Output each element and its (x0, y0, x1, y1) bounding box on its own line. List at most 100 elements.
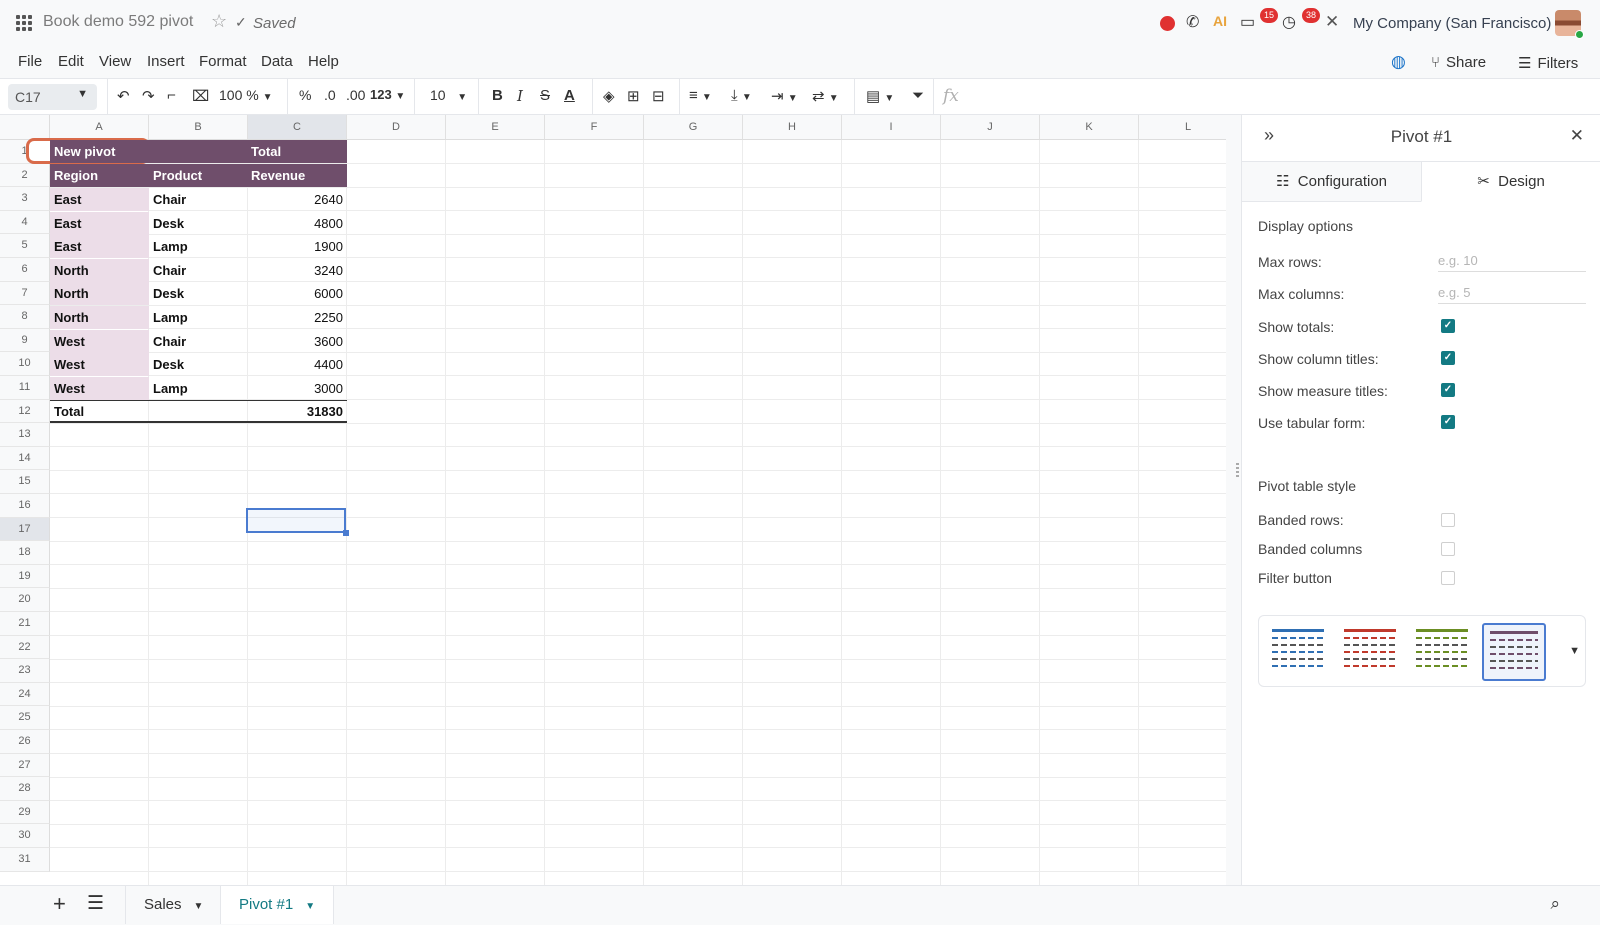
row-header[interactable]: 24 (0, 682, 50, 707)
region-cell[interactable]: East (50, 235, 149, 259)
star-icon[interactable]: ☆ (211, 11, 227, 32)
product-cell[interactable]: Desk (149, 282, 248, 305)
chevron-down-icon[interactable]: ▼ (305, 901, 315, 912)
product-cell[interactable]: Chair (149, 330, 248, 353)
horizontal-align-icon[interactable]: ≡ ▼ (689, 87, 712, 104)
row-header[interactable]: 27 (0, 753, 50, 778)
globe-icon[interactable]: ◍ (1391, 52, 1406, 72)
panel-resize-handle[interactable] (1236, 463, 1239, 479)
product-cell[interactable]: Lamp (149, 235, 248, 258)
column-header[interactable]: D (347, 115, 446, 140)
row-header[interactable]: 6 (0, 258, 50, 282)
percent-format-button[interactable]: % (299, 87, 311, 103)
select-all-corner[interactable] (0, 115, 50, 140)
region-cell[interactable]: East (50, 188, 149, 211)
company-switcher[interactable]: My Company (San Francisco) (1353, 15, 1551, 32)
region-cell[interactable]: North (50, 306, 149, 329)
column-header[interactable]: G (644, 115, 743, 140)
row-header[interactable]: 13 (0, 423, 50, 447)
increase-decimal-button[interactable]: .00 (346, 87, 365, 103)
document-title[interactable]: Book demo 592 pivot (43, 13, 193, 31)
revenue-cell[interactable]: 3240 (247, 259, 347, 282)
text-rotation-icon[interactable]: ⇄ ▼ (812, 87, 839, 105)
filters-button[interactable]: ☰ Filters (1518, 54, 1578, 73)
row-header[interactable]: 2 (0, 163, 50, 188)
tools-icon[interactable]: ✕ (1325, 12, 1339, 32)
use-tabular-form-checkbox[interactable]: ✓ (1441, 415, 1455, 429)
table-style-option[interactable] (1338, 623, 1402, 681)
column-header[interactable]: F (545, 115, 644, 140)
column-header[interactable]: K (1040, 115, 1139, 140)
strikethrough-icon[interactable]: S (540, 87, 550, 104)
revenue-cell[interactable]: 2640 (247, 188, 347, 211)
merge-cells-icon[interactable]: ⊟ (652, 87, 665, 105)
data-cleanup-icon[interactable]: ⌕ (1550, 894, 1560, 914)
row-header[interactable]: 23 (0, 659, 50, 683)
redo-icon[interactable]: ↷ (142, 87, 155, 105)
phone-icon[interactable]: ✆ (1186, 12, 1199, 32)
row-header[interactable]: 22 (0, 635, 50, 660)
region-cell[interactable]: North (50, 258, 149, 282)
product-cell[interactable]: Lamp (149, 377, 248, 400)
tab-design[interactable]: ✂ Design (1421, 161, 1600, 202)
pivot-title-cell[interactable]: New pivot (50, 140, 149, 163)
revenue-cell[interactable]: 3000 (247, 377, 347, 400)
clock-icon[interactable]: ◷ (1282, 12, 1296, 32)
banded-rows-checkbox[interactable] (1441, 513, 1455, 527)
row-header[interactable]: 20 (0, 588, 50, 612)
row-header[interactable]: 25 (0, 706, 50, 730)
product-cell[interactable]: Desk (149, 212, 248, 235)
row-header[interactable]: 4 (0, 210, 50, 235)
revenue-header-cell[interactable]: Revenue (247, 164, 347, 187)
region-cell[interactable]: West (50, 376, 149, 400)
number-format-select[interactable]: 123 ▼ (370, 87, 405, 102)
revenue-cell[interactable]: 4400 (247, 353, 347, 376)
region-cell[interactable]: West (50, 353, 149, 377)
add-sheet-icon[interactable]: + (53, 891, 66, 917)
decrease-decimal-button[interactable]: .0 (324, 87, 336, 103)
menu-format[interactable]: Format (199, 53, 247, 70)
show-measure-titles-checkbox[interactable]: ✓ (1441, 383, 1455, 397)
row-header[interactable]: 7 (0, 281, 50, 306)
share-button[interactable]: ⑂ Share (1431, 54, 1486, 71)
chevron-down-icon[interactable]: ▼ (1569, 645, 1580, 657)
text-wrap-icon[interactable]: ⇥ ▼ (771, 87, 798, 105)
row-header[interactable]: 3 (0, 187, 50, 211)
column-header[interactable]: B (149, 115, 248, 140)
product-header-cell[interactable]: Product (149, 164, 248, 187)
chat-icon[interactable]: ▭ (1240, 12, 1255, 32)
fill-color-icon[interactable]: ◈ (603, 87, 615, 105)
bold-icon[interactable]: B (492, 87, 503, 104)
tab-configuration[interactable]: ☷ Configuration (1242, 161, 1421, 202)
menu-edit[interactable]: Edit (58, 53, 84, 70)
show-column-titles-checkbox[interactable]: ✓ (1441, 351, 1455, 365)
menu-insert[interactable]: Insert (147, 53, 185, 70)
column-header[interactable]: I (842, 115, 941, 140)
row-header[interactable]: 29 (0, 800, 50, 825)
column-header[interactable]: A (50, 115, 149, 140)
row-header[interactable]: 16 (0, 494, 50, 518)
revenue-cell[interactable]: 2250 (247, 306, 347, 329)
conditional-format-icon[interactable]: ▤ ▼ (866, 87, 894, 105)
row-header[interactable]: 28 (0, 777, 50, 801)
zoom-select[interactable]: 100 % ▼ (219, 87, 273, 103)
row-header[interactable]: 5 (0, 234, 50, 258)
column-header[interactable]: J (941, 115, 1040, 140)
row-header[interactable]: 17 (0, 517, 50, 542)
row-header[interactable]: 30 (0, 824, 50, 848)
sheet-list-icon[interactable]: ☰ (87, 892, 104, 915)
spreadsheet-grid[interactable]: ABCDEFGHIJKL 1 2 3 4 5 6 7 8 9 10 11 12 13 14 15 16 17 18… (0, 115, 1226, 885)
max-columns-input[interactable] (1438, 282, 1586, 304)
column-header[interactable]: H (743, 115, 842, 140)
row-header[interactable]: 10 (0, 352, 50, 376)
filter-icon[interactable]: ⏷ (912, 87, 924, 104)
show-totals-checkbox[interactable]: ✓ (1441, 319, 1455, 333)
row-header[interactable]: 19 (0, 564, 50, 589)
row-header[interactable]: 8 (0, 305, 50, 329)
text-color-icon[interactable]: A (564, 87, 575, 104)
row-header[interactable]: 15 (0, 470, 50, 494)
row-header[interactable]: 11 (0, 376, 50, 400)
selected-cell[interactable] (246, 508, 346, 533)
row-header[interactable]: 14 (0, 446, 50, 471)
revenue-cell[interactable]: 3600 (247, 330, 347, 353)
